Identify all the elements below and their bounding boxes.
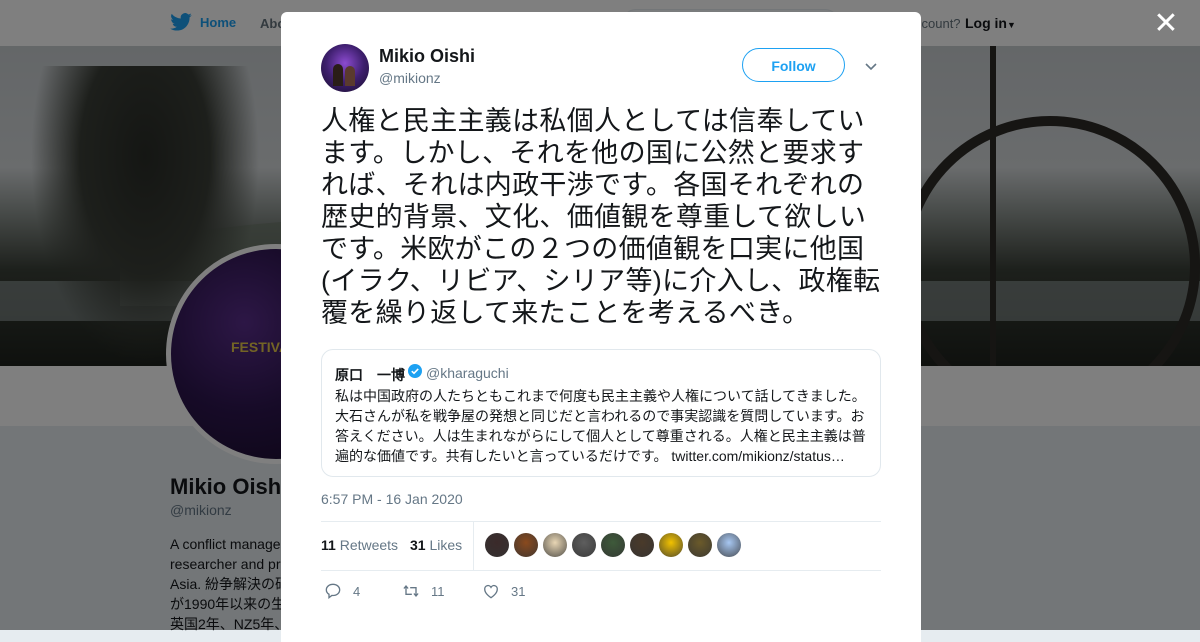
tweet-timestamp[interactable]: 6:57 PM - 16 Jan 2020	[321, 491, 463, 507]
quoted-tweet[interactable]: 原口 一博 @kharaguchi 私は中国政府の人たちともこれまで何度も民主主…	[321, 349, 881, 477]
liker-avatar[interactable]	[688, 533, 712, 557]
tweet-stats: 11 Retweets 31 Likes	[321, 521, 881, 571]
retweets-stat[interactable]: 11 Retweets	[321, 537, 398, 553]
retweet-button[interactable]: 11	[401, 581, 445, 601]
reply-icon	[325, 583, 341, 600]
liker-avatars	[485, 533, 741, 557]
retweets-label: Retweets	[339, 537, 399, 553]
close-icon[interactable]: ✕	[1152, 9, 1180, 39]
author-handle[interactable]: @mikionz	[379, 70, 441, 86]
verified-badge-icon	[408, 364, 422, 378]
chevron-down-icon[interactable]	[863, 58, 879, 74]
liker-avatar[interactable]	[485, 533, 509, 557]
liker-avatar[interactable]	[630, 533, 654, 557]
tweet-text: 人権と民主主義は私個人としては信奉しています。しかし、それを他の国に公然と要求す…	[321, 106, 881, 328]
quoted-link[interactable]: twitter.com/mikionz/status…	[671, 448, 845, 464]
reply-count: 4	[353, 583, 361, 599]
tweet-modal: Mikio Oishi @mikionz Follow 人権と民主主義は私個人と…	[281, 12, 921, 642]
liker-avatar[interactable]	[514, 533, 538, 557]
liker-avatar[interactable]	[601, 533, 625, 557]
likes-label: Likes	[429, 537, 463, 553]
retweet-count: 11	[431, 583, 445, 599]
author-avatar[interactable]	[321, 44, 369, 92]
likes-stat[interactable]: 31 Likes	[410, 537, 462, 553]
like-button[interactable]: 31	[481, 581, 525, 601]
liker-avatar[interactable]	[543, 533, 567, 557]
quoted-author-handle: @kharaguchi	[426, 365, 509, 381]
heart-icon	[484, 584, 498, 599]
liker-avatar[interactable]	[659, 533, 683, 557]
retweets-count: 11	[321, 537, 336, 553]
liker-avatar[interactable]	[717, 533, 741, 557]
follow-button[interactable]: Follow	[742, 48, 845, 82]
likes-count: 31	[410, 537, 426, 553]
liker-avatar[interactable]	[572, 533, 596, 557]
retweet-icon	[403, 584, 419, 598]
like-count: 31	[511, 583, 526, 599]
reply-button[interactable]: 4	[323, 581, 360, 601]
author-name[interactable]: Mikio Oishi	[379, 46, 475, 67]
tweet-actions: 4 11 31	[321, 578, 881, 602]
quoted-author-name: 原口 一博	[335, 367, 405, 383]
quoted-text: 私は中国政府の人たちともこれまで何度も民主主義や人権について話してきました。大石…	[335, 386, 871, 466]
